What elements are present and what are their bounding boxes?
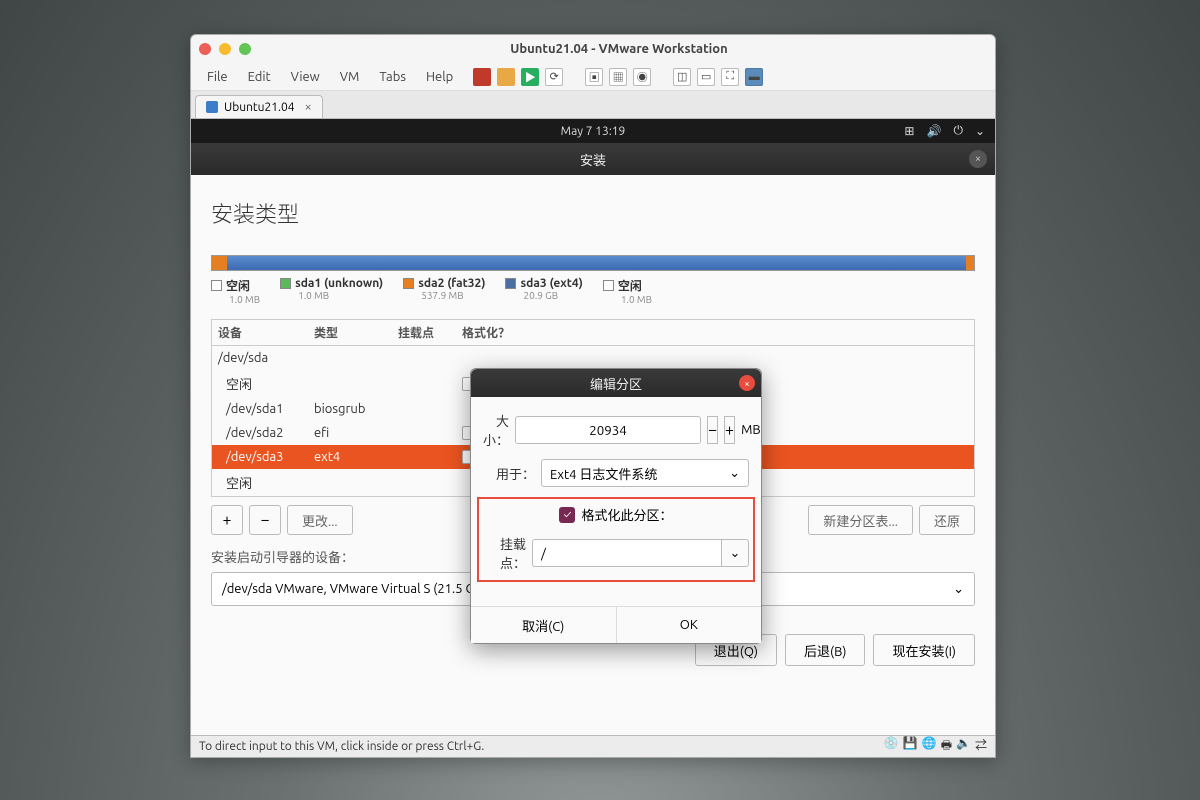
traffic-lights <box>199 43 251 55</box>
mount-point-combo[interactable]: ⌄ <box>532 539 749 567</box>
printer-icon[interactable]: 🖶 <box>941 736 952 757</box>
change-partition-button[interactable]: 更改... <box>287 505 353 535</box>
menu-edit[interactable]: Edit <box>240 68 279 86</box>
usb-icon[interactable]: ⇄ <box>975 736 987 757</box>
minimize-window-icon[interactable] <box>219 43 231 55</box>
menu-help[interactable]: Help <box>418 68 461 86</box>
legend-sda1: sda1 (unknown) 1.0 MB <box>280 277 383 305</box>
size-label: 大小： <box>483 411 509 449</box>
menubar: File Edit View VM Tabs Help ▶ ⟳ ▣ ▦ ◉ ◫ … <box>191 63 995 91</box>
volume-icon: 🔊 <box>926 124 941 138</box>
size-increment-button[interactable]: + <box>724 416 735 444</box>
chevron-down-icon: ⌄ <box>729 466 740 481</box>
menu-view[interactable]: View <box>283 68 328 86</box>
clock[interactable]: May 7 13:19 <box>561 125 626 138</box>
legend-sda2: sda2 (fat32) 537.9 MB <box>403 277 485 305</box>
fullscreen-icon[interactable]: ⛶ <box>721 68 739 86</box>
format-row: ✓ 格式化此分区： <box>483 505 749 524</box>
partition-table-headers: 设备 类型 挂载点 格式化？ <box>211 319 975 345</box>
suspend-icon[interactable] <box>497 68 515 86</box>
vm-icon <box>206 101 218 113</box>
tab-ubuntu[interactable]: Ubuntu21.04 × <box>195 95 323 118</box>
mount-row: 挂载点： ⌄ <box>483 534 749 572</box>
tab-bar: Ubuntu21.04 × <box>191 91 995 119</box>
cancel-button[interactable]: 取消(C) <box>471 607 617 643</box>
use-label: 用于： <box>483 464 535 483</box>
menu-vm[interactable]: VM <box>332 68 368 86</box>
exclusive-mode-icon[interactable]: ▬ <box>745 68 763 86</box>
new-partition-table-button[interactable]: 新建分区表... <box>808 505 913 535</box>
dialog-title: 编辑分区 <box>590 374 642 393</box>
network-icon[interactable]: 🌐 <box>922 736 937 757</box>
edit-partition-dialog: 编辑分区 × 大小： − + MB 用于： Ext4 日志文件系统 ⌄ ✓ 格式… <box>470 368 762 644</box>
maximize-window-icon[interactable] <box>239 43 251 55</box>
highlight-annotation: ✓ 格式化此分区： 挂载点： ⌄ <box>477 497 755 582</box>
size-row: 大小： − + MB <box>483 411 749 449</box>
ok-button[interactable]: OK <box>617 607 762 643</box>
status-text: To direct input to this VM, click inside… <box>199 740 484 753</box>
hdd-icon[interactable]: 💾 <box>903 736 918 757</box>
chevron-down-icon: ⌄ <box>975 124 985 138</box>
partition-legend: 空闲 1.0 MB sda1 (unknown) 1.0 MB sda2 (fa… <box>211 277 975 305</box>
dialog-close-icon[interactable]: × <box>739 375 755 391</box>
snapshot-icon[interactable]: ▣ <box>585 68 603 86</box>
status-icons: 💿 💾 🌐 🖶 🔈 ⇄ <box>884 736 987 757</box>
revert-button[interactable]: 还原 <box>919 505 975 535</box>
format-label: 格式化此分区： <box>581 505 672 524</box>
network-icon: ⊞ <box>904 124 914 138</box>
power-off-icon[interactable] <box>473 68 491 86</box>
format-checkbox[interactable]: ✓ <box>559 507 575 523</box>
menu-file[interactable]: File <box>199 68 236 86</box>
installer-title: 安装 <box>580 150 606 169</box>
close-window-icon[interactable] <box>199 43 211 55</box>
tab-close-icon[interactable]: × <box>305 100 312 114</box>
system-menu[interactable]: ⊞ 🔊 ⏻ ⌄ <box>904 124 985 138</box>
mount-point-input[interactable] <box>532 539 721 567</box>
power-on-icon[interactable]: ▶ <box>521 68 539 86</box>
restart-icon[interactable]: ⟳ <box>545 68 563 86</box>
snapshot-manager-icon[interactable]: ▦ <box>609 68 627 86</box>
remove-partition-button[interactable]: − <box>249 505 281 535</box>
back-button[interactable]: 后退(B) <box>785 634 865 666</box>
bar-seg-main[interactable] <box>227 256 966 270</box>
page-title: 安装类型 <box>211 197 975 229</box>
window-title: Ubuntu21.04 - VMware Workstation <box>251 42 987 56</box>
install-now-button[interactable]: 现在安装(I) <box>873 634 975 666</box>
toolbar: ▶ ⟳ ▣ ▦ ◉ ◫ ▭ ⛶ ▬ <box>473 68 763 86</box>
statusbar: To direct input to this VM, click inside… <box>191 735 995 757</box>
chevron-down-icon: ⌄ <box>953 582 964 597</box>
unity-icon[interactable]: ◫ <box>673 68 691 86</box>
gnome-top-bar: May 7 13:19 ⊞ 🔊 ⏻ ⌄ <box>191 119 995 143</box>
legend-free1: 空闲 1.0 MB <box>211 277 260 305</box>
use-row: 用于： Ext4 日志文件系统 ⌄ <box>483 459 749 487</box>
sound-icon[interactable]: 🔈 <box>956 736 971 757</box>
dialog-footer: 取消(C) OK <box>471 606 761 643</box>
size-unit: MB <box>741 423 761 437</box>
installer-header: 安装 × <box>191 143 995 175</box>
disk-icon[interactable]: 💿 <box>884 736 899 757</box>
titlebar: Ubuntu21.04 - VMware Workstation <box>191 35 995 63</box>
filesystem-select[interactable]: Ext4 日志文件系统 ⌄ <box>541 459 749 487</box>
partition-bar[interactable] <box>211 255 975 271</box>
table-row[interactable]: /dev/sda <box>212 346 974 370</box>
size-input[interactable] <box>515 416 701 444</box>
bar-seg-free2[interactable] <box>966 256 974 270</box>
installer-close-icon[interactable]: × <box>969 150 987 168</box>
size-decrement-button[interactable]: − <box>707 416 718 444</box>
power-icon: ⏻ <box>953 124 963 138</box>
screenshot-icon[interactable]: ◉ <box>633 68 651 86</box>
legend-free2: 空闲 1.0 MB <box>603 277 652 305</box>
add-partition-button[interactable]: + <box>211 505 243 535</box>
legend-sda3: sda3 (ext4) 20.9 GB <box>505 277 582 305</box>
dialog-header: 编辑分区 × <box>471 369 761 397</box>
mount-label: 挂载点： <box>483 534 526 572</box>
bar-seg-free1[interactable] <box>212 256 227 270</box>
chevron-down-icon[interactable]: ⌄ <box>721 539 749 567</box>
console-icon[interactable]: ▭ <box>697 68 715 86</box>
tab-label: Ubuntu21.04 <box>224 101 295 114</box>
menu-tabs[interactable]: Tabs <box>371 68 414 86</box>
